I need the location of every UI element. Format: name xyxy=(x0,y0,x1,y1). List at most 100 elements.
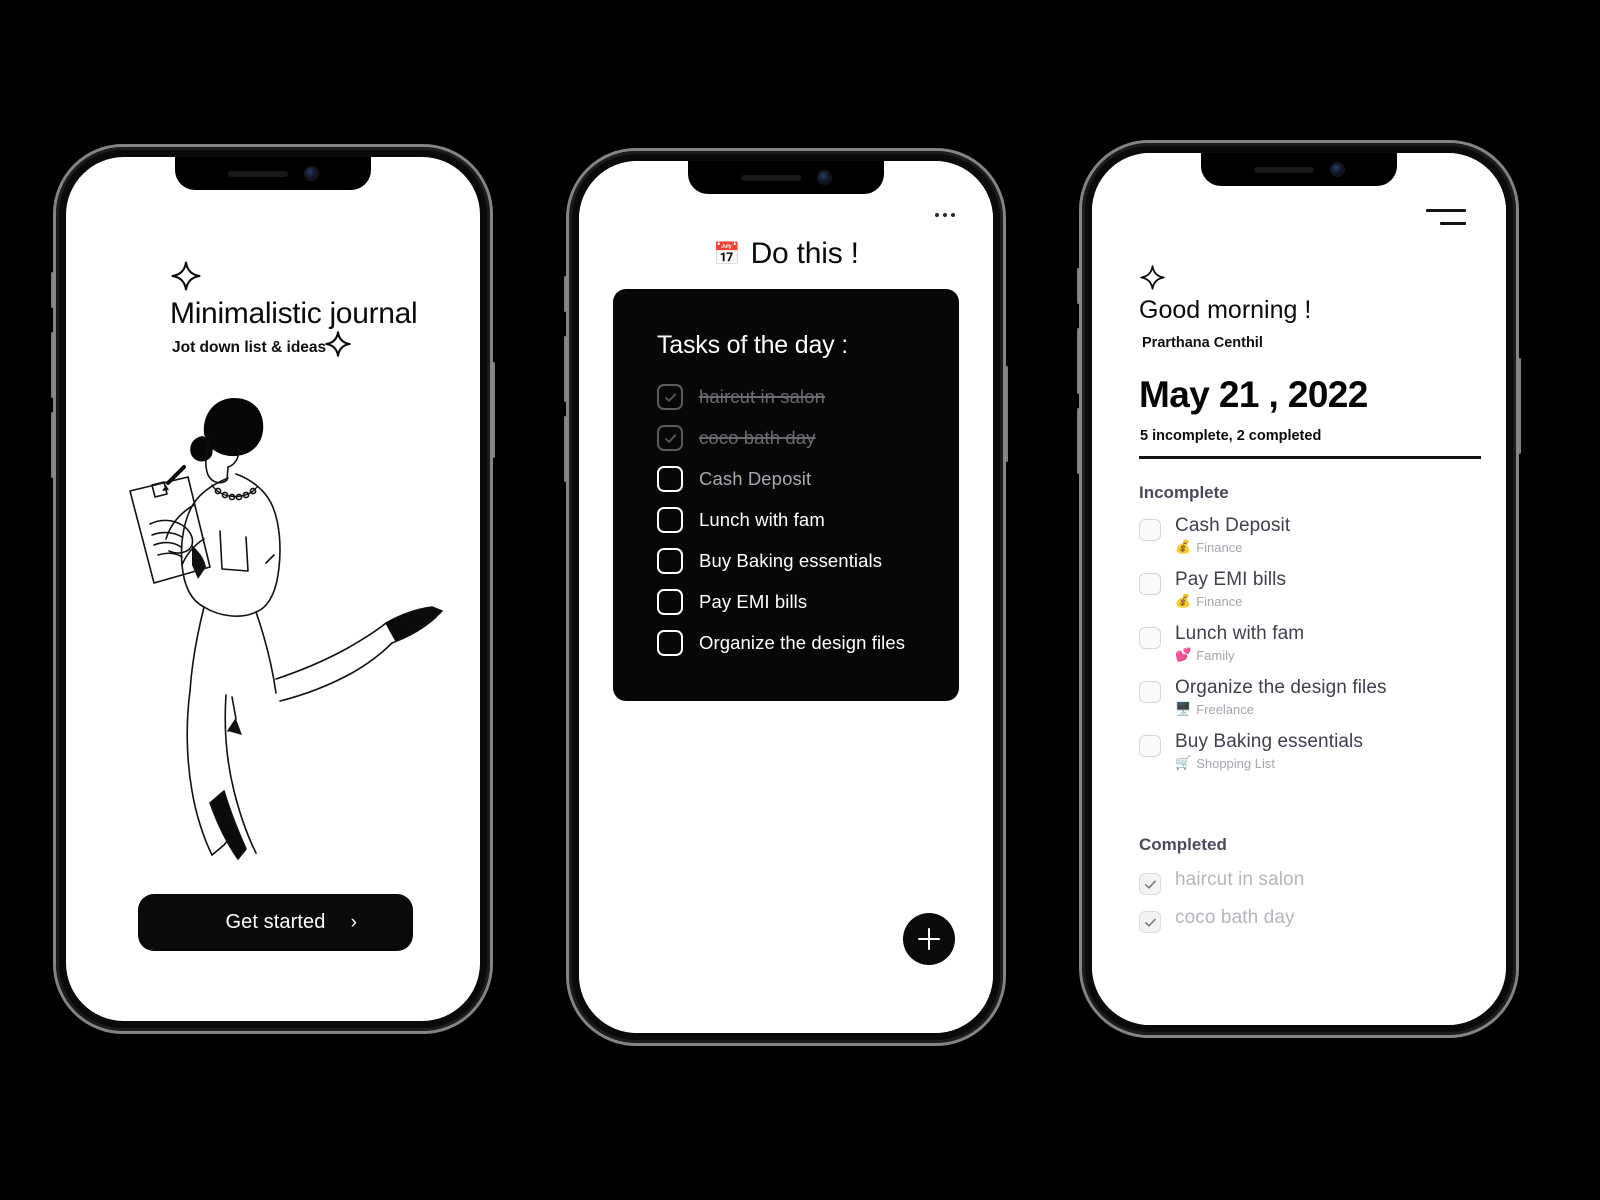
task-label: Buy Baking essentials xyxy=(699,550,883,571)
category-label: Finance xyxy=(1196,593,1243,609)
volume-down-button[interactable] xyxy=(564,416,567,482)
task-row[interactable]: Buy Baking essentials 🛒 Shopping List xyxy=(1139,731,1489,771)
volume-up-button[interactable] xyxy=(564,336,567,402)
woman-writing-illustration xyxy=(129,398,443,860)
category-emoji-icon: 🛒 xyxy=(1175,755,1192,770)
dot xyxy=(951,213,955,217)
user-name: Prarthana Centhil xyxy=(1142,335,1263,351)
sparkle-icon xyxy=(171,261,201,291)
dot xyxy=(943,213,947,217)
screen-onboarding: Minimalistic journal Jot down list & ide… xyxy=(66,157,480,1021)
phone-mockup-agenda: Good morning ! Prarthana Centhil May 21 … xyxy=(1077,140,1521,1038)
sparkle-icon xyxy=(1140,265,1165,290)
checkbox-checked-icon[interactable] xyxy=(657,384,683,410)
device-notch xyxy=(688,161,884,194)
task-row[interactable]: Organize the design files xyxy=(657,628,959,658)
task-title: haircut in salon xyxy=(1175,869,1305,890)
earpiece-speaker xyxy=(1253,166,1314,173)
checkbox-icon[interactable] xyxy=(657,507,683,533)
screen-header: 📅 Do this ! xyxy=(579,237,993,271)
tasks-card: Tasks of the day : haircut in salon coco… xyxy=(613,289,959,701)
power-button[interactable] xyxy=(492,362,495,458)
earpiece-speaker xyxy=(740,174,801,181)
task-row[interactable]: haircut in salon xyxy=(1139,869,1489,895)
category-emoji-icon: 🖥️ xyxy=(1175,701,1192,716)
task-row[interactable]: Cash Deposit xyxy=(657,464,959,494)
page-title: Do this ! xyxy=(750,237,859,270)
chevron-right-icon: › xyxy=(350,912,357,933)
task-row[interactable]: coco bath day xyxy=(1139,907,1489,933)
get-started-button[interactable]: Get started › xyxy=(138,894,413,951)
checkbox-checked-icon[interactable] xyxy=(1139,873,1161,895)
task-category: 💰 Finance xyxy=(1175,593,1286,609)
volume-down-button[interactable] xyxy=(1077,408,1080,474)
menu-line xyxy=(1426,209,1466,212)
task-category: 🛒 Shopping List xyxy=(1175,755,1363,771)
get-started-label: Get started xyxy=(225,911,326,933)
task-label: Pay EMI bills xyxy=(699,591,808,612)
task-title: Lunch with fam xyxy=(1175,623,1305,644)
section-header-incomplete: Incomplete xyxy=(1139,483,1229,502)
category-emoji-icon: 💕 xyxy=(1175,647,1192,662)
task-row[interactable]: Organize the design files 🖥️ Freelance xyxy=(1139,677,1489,717)
device-notch xyxy=(1201,153,1397,186)
power-button[interactable] xyxy=(1005,366,1008,462)
front-camera xyxy=(1329,162,1345,177)
screen-agenda: Good morning ! Prarthana Centhil May 21 … xyxy=(1092,153,1506,1025)
plus-icon xyxy=(918,928,940,950)
mute-switch[interactable] xyxy=(1077,268,1080,304)
task-title: Cash Deposit xyxy=(1175,515,1291,536)
task-row[interactable]: Pay EMI bills 💰 Finance xyxy=(1139,569,1489,609)
menu-line xyxy=(1440,222,1466,225)
volume-up-button[interactable] xyxy=(51,332,54,398)
add-task-button[interactable] xyxy=(903,913,955,965)
task-row[interactable]: Lunch with fam xyxy=(657,505,959,535)
checkbox-checked-icon[interactable] xyxy=(657,425,683,451)
checkbox-icon[interactable] xyxy=(1139,519,1161,541)
task-row[interactable]: haircut in salon xyxy=(657,382,959,412)
task-label: Lunch with fam xyxy=(699,509,825,530)
checkbox-icon[interactable] xyxy=(657,589,683,615)
task-row[interactable]: Buy Baking essentials xyxy=(657,546,959,576)
category-label: Freelance xyxy=(1196,701,1254,717)
checkbox-icon[interactable] xyxy=(1139,735,1161,757)
checkbox-checked-icon[interactable] xyxy=(1139,911,1161,933)
task-row[interactable]: coco bath day xyxy=(657,423,959,453)
task-row[interactable]: Lunch with fam 💕 Family xyxy=(1139,623,1489,663)
checkbox-icon[interactable] xyxy=(1139,573,1161,595)
task-category: 🖥️ Freelance xyxy=(1175,701,1387,717)
task-row[interactable]: Cash Deposit 💰 Finance xyxy=(1139,515,1489,555)
phone-mockup-onboarding: Minimalistic journal Jot down list & ide… xyxy=(51,144,495,1034)
card-title: Tasks of the day : xyxy=(657,331,848,359)
task-label: coco bath day xyxy=(699,427,816,448)
checkbox-icon[interactable] xyxy=(1139,681,1161,703)
checkbox-icon[interactable] xyxy=(657,548,683,574)
volume-down-button[interactable] xyxy=(51,412,54,478)
mute-switch[interactable] xyxy=(564,276,567,312)
hamburger-menu-icon[interactable] xyxy=(1426,209,1466,229)
checkbox-icon[interactable] xyxy=(1139,627,1161,649)
task-label: haircut in salon xyxy=(699,386,826,407)
sparkle-icon xyxy=(325,331,351,357)
phone-mockup-tasks: 📅 Do this ! Tasks of the day : haircut i… xyxy=(564,148,1008,1046)
checkbox-icon[interactable] xyxy=(657,466,683,492)
front-camera xyxy=(816,170,832,185)
category-label: Finance xyxy=(1196,539,1243,555)
mute-switch[interactable] xyxy=(51,272,54,308)
page-title: Minimalistic journal xyxy=(170,297,418,330)
category-label: Shopping List xyxy=(1196,755,1275,771)
more-options-button[interactable] xyxy=(935,213,955,217)
task-title: Buy Baking essentials xyxy=(1175,731,1363,752)
current-date: May 21 , 2022 xyxy=(1139,374,1368,415)
task-category: 💕 Family xyxy=(1175,647,1304,663)
checkbox-icon[interactable] xyxy=(657,630,683,656)
volume-up-button[interactable] xyxy=(1077,328,1080,394)
task-row[interactable]: Pay EMI bills xyxy=(657,587,959,617)
power-button[interactable] xyxy=(1518,358,1521,454)
screen-tasks: 📅 Do this ! Tasks of the day : haircut i… xyxy=(579,161,993,1033)
section-header-completed: Completed xyxy=(1139,835,1227,854)
category-emoji-icon: 💰 xyxy=(1175,539,1192,554)
task-title: coco bath day xyxy=(1175,907,1295,928)
greeting-text: Good morning ! xyxy=(1139,296,1312,324)
task-summary: 5 incomplete, 2 completed xyxy=(1140,428,1322,444)
